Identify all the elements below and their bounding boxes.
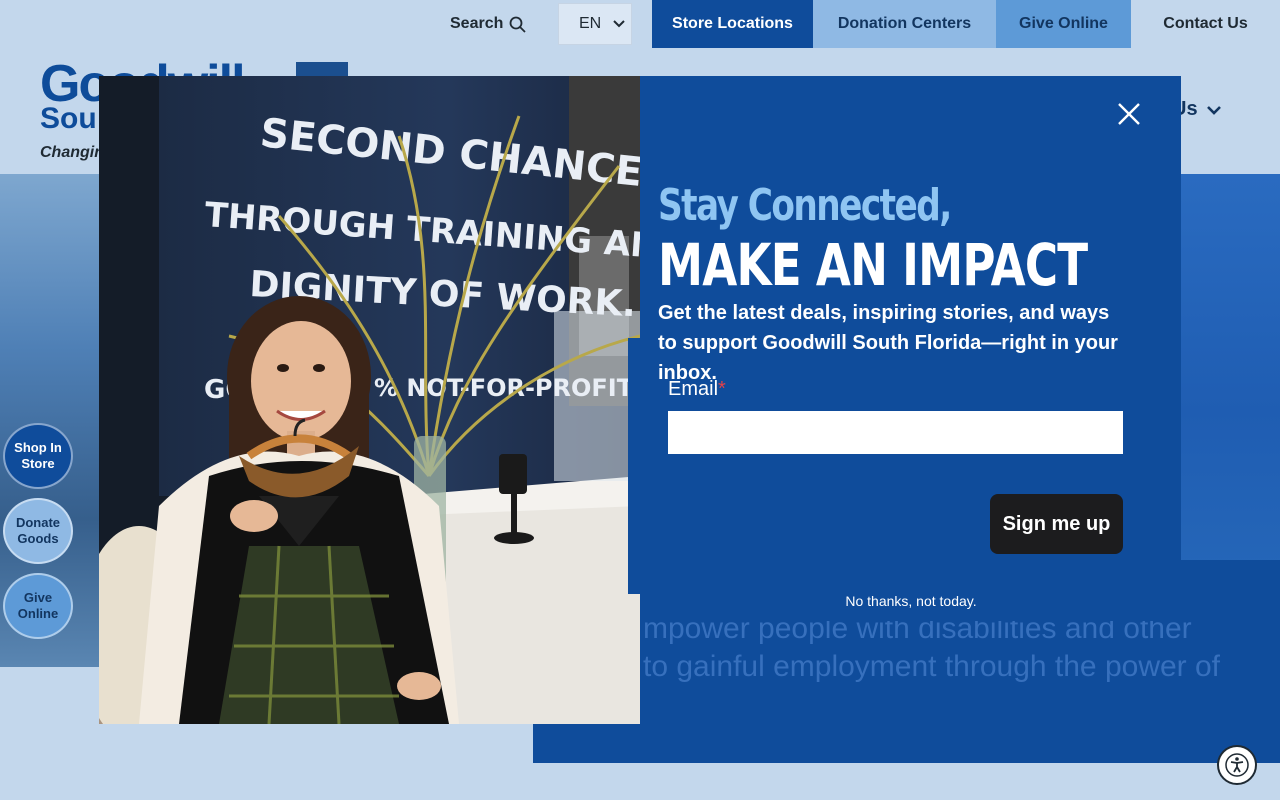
store-locations-button[interactable]: Store Locations xyxy=(652,0,813,48)
search-icon xyxy=(509,16,527,33)
chevron-down-icon xyxy=(613,20,625,28)
language-value: EN xyxy=(579,15,602,32)
modal-title-line-2: MAKE AN IMPACT xyxy=(658,231,1088,299)
contact-us-button[interactable]: Contact Us xyxy=(1131,0,1280,48)
search-button[interactable]: Search xyxy=(450,0,527,48)
donate-goods-button[interactable]: Donate Goods xyxy=(3,498,73,564)
tagline: Changin xyxy=(40,144,104,161)
donation-centers-button[interactable]: Donation Centers xyxy=(813,0,996,48)
store-photo: SECOND CHANCES THROUGH TRAINING AND THE … xyxy=(99,76,640,724)
give-online-button[interactable]: Give Online xyxy=(996,0,1131,48)
utility-bar: Search EN Store Locations Donation Cente… xyxy=(0,0,1280,48)
modal-close-button[interactable] xyxy=(1115,100,1143,128)
search-label: Search xyxy=(450,15,504,32)
give-online-float-button[interactable]: Give Online xyxy=(3,573,73,639)
logo-subtitle: Sou xyxy=(40,102,97,135)
modal-title-line-1: Stay Connected, xyxy=(658,180,952,231)
email-input[interactable] xyxy=(668,411,1123,454)
language-select[interactable]: EN xyxy=(558,3,632,45)
modal-panel-accent xyxy=(628,338,640,594)
accessibility-button[interactable] xyxy=(1217,745,1257,785)
modal-photo: SECOND CHANCES THROUGH TRAINING AND THE … xyxy=(99,76,640,724)
close-icon xyxy=(1118,103,1140,125)
shop-in-store-button[interactable]: Shop In Store xyxy=(3,423,73,489)
required-marker: * xyxy=(718,378,726,400)
no-thanks-link[interactable]: No thanks, not today. xyxy=(818,593,1004,609)
hero-banner-edge xyxy=(1180,174,1280,570)
email-label-text: Email xyxy=(668,378,719,400)
sign-up-button[interactable]: Sign me up xyxy=(990,494,1123,554)
accessibility-icon xyxy=(1225,753,1249,777)
modal-description: Get the latest deals, inspiring stories,… xyxy=(658,302,1118,384)
chevron-down-icon xyxy=(1206,105,1221,115)
email-label: Email* xyxy=(668,378,726,401)
newsletter-modal: SECOND CHANCES THROUGH TRAINING AND THE … xyxy=(99,76,1181,724)
